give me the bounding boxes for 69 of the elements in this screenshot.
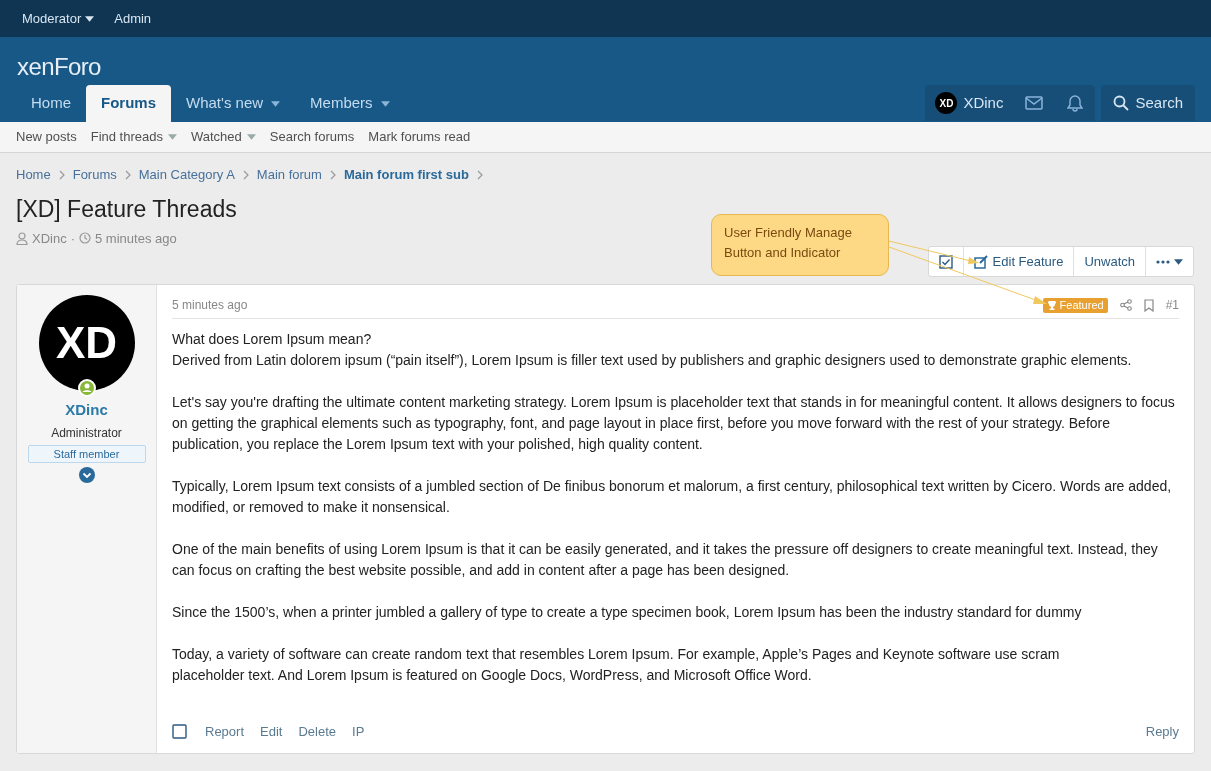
sub-nav-link[interactable]: Search forums	[269, 127, 355, 147]
caret-icon	[271, 100, 281, 107]
reply-link[interactable]: Reply	[1145, 721, 1179, 741]
post-text: Typically, Lorem Ipsum text consists of a jumbled section of De finibus bonorum et malorum, a first century, philosophical text written by Cicero. Words are added, modified, or removed to make it nonsensical.	[172, 477, 1173, 517]
envelope-icon[interactable]	[1025, 96, 1044, 110]
featured-badge: Featured	[1042, 297, 1108, 313]
clock-icon	[79, 232, 92, 245]
trophy-icon	[1046, 300, 1057, 310]
bookmark-icon[interactable]	[1143, 298, 1154, 312]
person-icon	[16, 231, 28, 245]
annotation-callout: User Friendly Manage Button and Indicator	[711, 214, 889, 276]
post-time[interactable]: 5 minutes ago	[172, 296, 248, 314]
post-action-link[interactable]: Edit	[260, 721, 283, 741]
post-number[interactable]: #1	[1165, 296, 1179, 314]
post-action-link[interactable]: Report	[205, 721, 245, 741]
post-action-link[interactable]: IP	[352, 721, 365, 741]
user-title: Administrator	[51, 424, 122, 442]
breadcrumb-link[interactable]: Main forum first sub	[343, 165, 469, 185]
chevron-icon	[476, 169, 483, 180]
chevron-icon	[58, 169, 65, 180]
post-text: What does Lorem Ipsum mean?	[172, 330, 373, 349]
bell-icon[interactable]	[1067, 94, 1084, 112]
sub-nav-link[interactable]: New posts	[16, 127, 77, 147]
logo[interactable]: xenForo	[17, 53, 101, 80]
post-text: placeholder text. And Lorem Ipsum is featured on Google Docs, WordPress, and Microsoft Office Word.	[172, 666, 813, 685]
nav-tab[interactable]: Forums	[86, 85, 172, 122]
separator-dot: ·	[70, 229, 76, 248]
post-username[interactable]: XDinc	[65, 399, 108, 422]
caret-icon	[380, 100, 390, 107]
search-icon	[1113, 95, 1130, 111]
chevron-icon	[329, 169, 336, 180]
breadcrumb-link[interactable]: Main forum	[256, 165, 322, 185]
select-checkbox[interactable]	[172, 723, 187, 739]
post-text: Since the 1500’s, when a printer jumbled a gallery of type to create a type specimen book, Lorem Ipsum has been the industry standard for dummy	[172, 603, 1083, 622]
sub-nav-link[interactable]: Find threads	[90, 127, 177, 147]
nav-tab[interactable]: Home	[16, 85, 86, 122]
caret-icon	[167, 134, 177, 140]
staff-banner: Staff member	[27, 444, 146, 463]
nav-tab[interactable]: Members	[295, 85, 405, 122]
thread-time[interactable]: 5 minutes ago	[95, 228, 177, 248]
nav-tab[interactable]: What's new	[171, 85, 296, 122]
edit-icon	[973, 254, 988, 269]
post-action-link[interactable]: Delete	[298, 721, 336, 741]
breadcrumb-link[interactable]: Home	[16, 165, 51, 185]
staff-link[interactable]: Moderator	[22, 8, 95, 29]
caret-icon	[85, 15, 95, 22]
post-text: Let's say you're drafting the ultimate content marketing strategy. Lorem Ipsum is placeholder text that stands in for meaningful content. It allows designers to focus on getting the graphical elements such as typography, font, and page layout in place first, before you move forward with the rest of your strategy. Before publication, you replace the Lorem Ipsum text with your polished, high quality content.	[172, 393, 1176, 454]
share-icon[interactable]	[1119, 299, 1132, 311]
sub-nav-link[interactable]: Mark forums read	[368, 127, 471, 147]
user-avatar[interactable]: XD	[38, 295, 135, 391]
caret-icon	[1174, 258, 1183, 265]
breadcrumb-link[interactable]: Forums	[72, 165, 117, 185]
thread-action-button[interactable]: Unwatch	[1074, 247, 1146, 276]
checkbox-icon	[938, 254, 953, 269]
breadcrumb-link[interactable]: Main Category A	[138, 165, 235, 185]
post-text: One of the main benefits of using Lorem Ipsum is that it can be easily generated, and it takes the pressure off designers to create meaningful text. Instead, they can focus on crafting the best website possible, and add in content after a page has been designed.	[172, 540, 1159, 580]
post-text: Derived from Latin dolorem ipsum (“pain itself”), Lorem Ipsum is filler text used by publishers and graphic designers used to demonstrate graphic elements.	[172, 351, 1133, 370]
chevron-down-icon[interactable]	[78, 466, 95, 483]
post-text: Today, a variety of software can create random text that resembles Lorem Ipsum. For example, Apple’s Pages and Keynote software use scram	[172, 645, 1061, 664]
chevron-icon	[242, 169, 249, 180]
chevron-icon	[124, 169, 131, 180]
caret-icon	[246, 134, 256, 140]
thread-author[interactable]: XDinc	[32, 228, 67, 248]
search-button[interactable]: Search	[1101, 85, 1195, 121]
user-avatar: XD	[935, 92, 958, 114]
more-icon	[1156, 259, 1170, 264]
sub-nav-link[interactable]: Watched	[190, 127, 256, 147]
staff-link[interactable]: Admin	[114, 8, 152, 29]
thread-title: [XD] Feature Threads	[16, 194, 238, 223]
